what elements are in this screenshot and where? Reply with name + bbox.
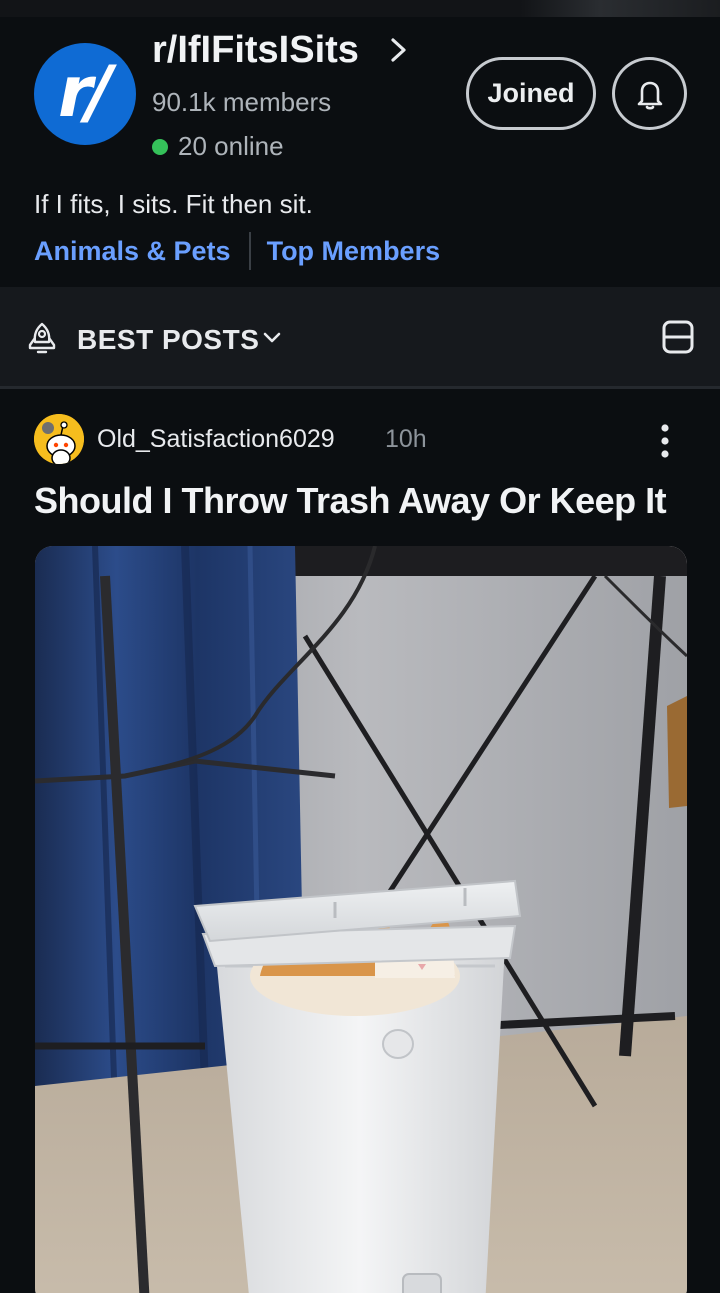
link-divider [248,232,251,270]
kebab-menu-icon[interactable] [656,422,674,460]
chevron-right-icon[interactable] [388,37,410,63]
post-card[interactable]: Old_Satisfaction6029 10h Should I Throw … [0,392,720,1293]
community-description: If I fits, I sits. Fit then sit. [34,189,313,219]
joined-button[interactable]: Joined [466,57,596,130]
sort-dropdown[interactable]: BEST POSTS [77,324,259,356]
cat-in-trash-can-photo [35,546,687,1293]
member-count: 90.1k members [152,87,332,117]
post-title[interactable]: Should I Throw Trash Away Or Keep It [34,480,667,522]
status-strip [0,0,720,17]
community-links: Animals & Pets Top Members [34,231,440,271]
online-count: 20 online [178,131,284,161]
snoo-avatar-icon [34,414,84,464]
author-avatar[interactable] [34,414,84,464]
notification-bell-button[interactable] [612,57,687,130]
link-animals-pets[interactable]: Animals & Pets [34,236,231,267]
community-avatar[interactable]: r/ [34,43,136,145]
post-image[interactable] [35,546,687,1293]
chevron-down-icon[interactable] [262,331,282,345]
community-avatar-text: r/ [57,51,112,133]
community-header: r/ r/IfIFitsISits 90.1k members 20 onlin… [0,17,720,287]
card-view-icon[interactable] [661,319,695,355]
community-name[interactable]: r/IfIFitsISits [152,29,359,72]
sort-bar: BEST POSTS [0,287,720,389]
online-indicator [152,139,168,155]
rocket-icon[interactable] [26,321,58,355]
bell-icon [637,81,662,109]
link-top-members[interactable]: Top Members [267,236,441,267]
post-author[interactable]: Old_Satisfaction6029 [97,425,335,454]
post-time: 10h [385,425,427,453]
